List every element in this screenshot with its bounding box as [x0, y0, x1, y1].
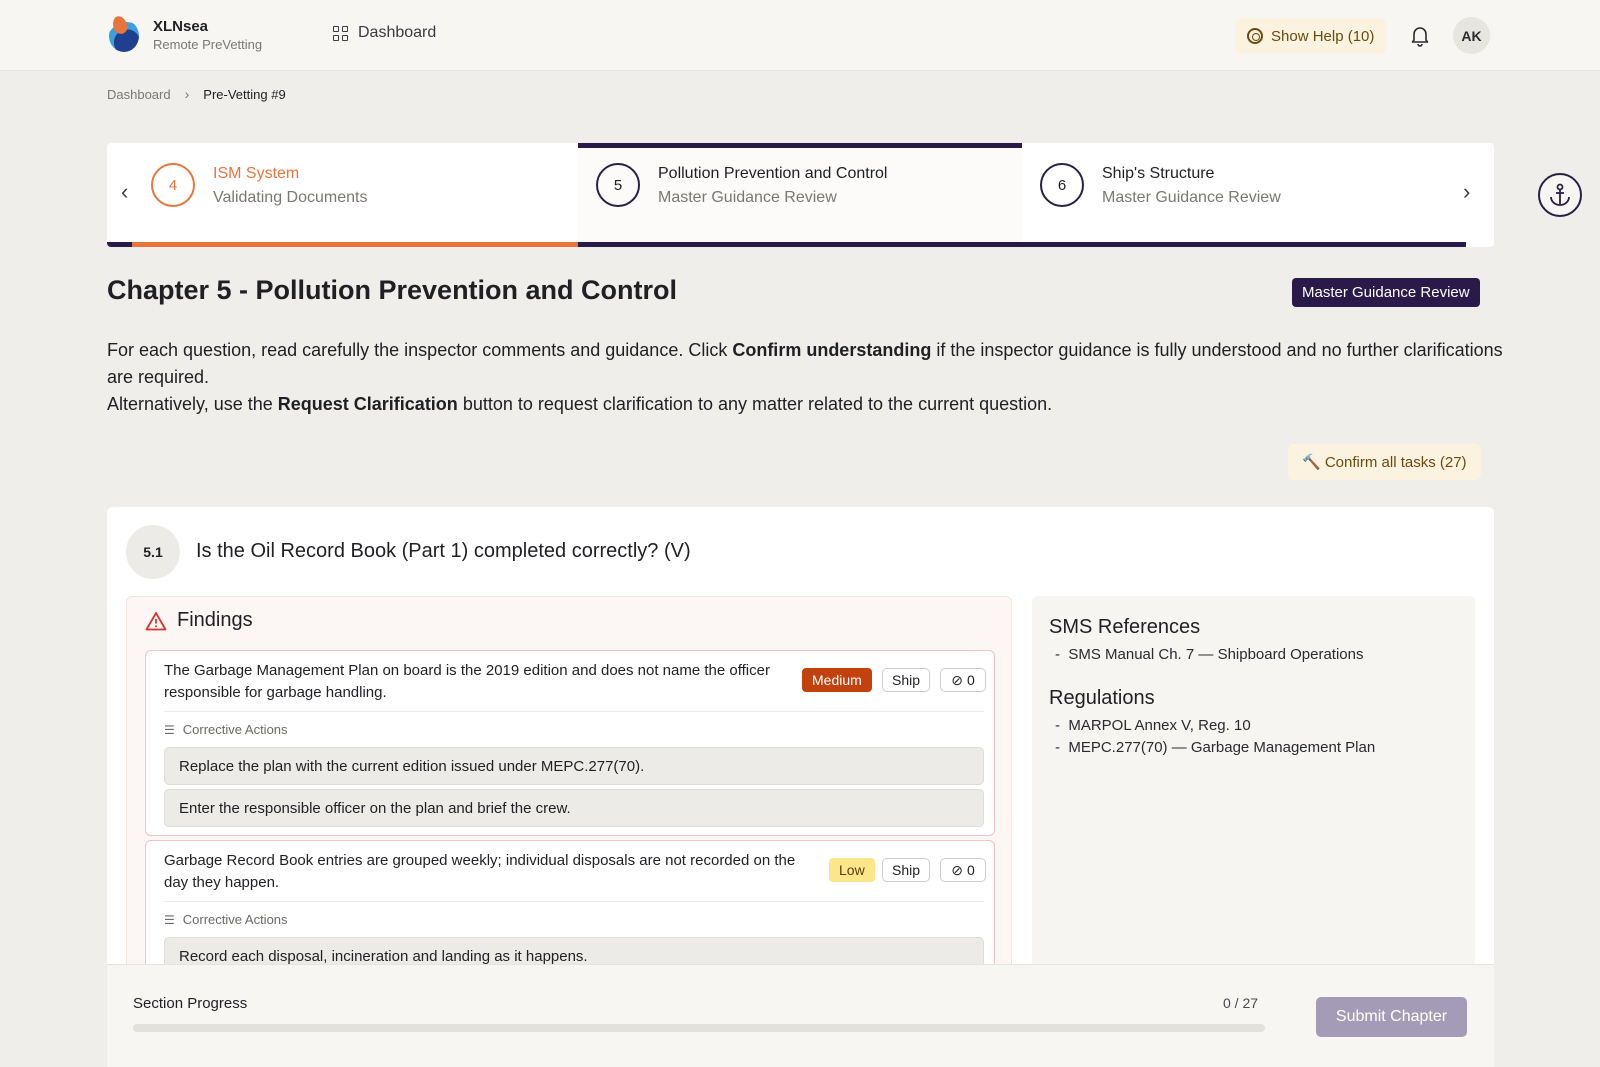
- source-tag: Ship: [882, 668, 931, 692]
- confirm-all-tasks-button[interactable]: 🔨 Confirm all tasks (27): [1288, 444, 1481, 480]
- section-progress-label: Section Progress: [133, 995, 248, 1012]
- intro-text: Alternatively, use the: [107, 394, 278, 414]
- finding-item: The Garbage Management Plan on board is …: [145, 650, 995, 836]
- page-title: Chapter 5 - Pollution Prevention and Con…: [107, 275, 678, 305]
- instructions: For each question, read carefully the in…: [107, 337, 1507, 418]
- app-name: XLNsea: [153, 18, 209, 35]
- step-subtitle: Validating Documents: [213, 189, 368, 206]
- breadcrumb-current: Pre-Vetting #9: [203, 86, 286, 102]
- paperclip-icon: ⊘: [951, 671, 963, 688]
- brand[interactable]: XLNsea Remote PreVetting: [107, 14, 263, 54]
- corrective-actions-text: Corrective Actions: [182, 912, 288, 927]
- references-panel: SMS References - SMS Manual Ch. 7 — Ship…: [1032, 596, 1475, 996]
- attachments-button[interactable]: ⊘ 0: [940, 858, 986, 882]
- bell-icon[interactable]: [1410, 25, 1430, 47]
- chevron-right-icon[interactable]: ›: [1463, 179, 1470, 205]
- anchor-icon[interactable]: [1538, 173, 1582, 217]
- lifebuoy-icon: [1247, 28, 1263, 44]
- section-progress-bar: Section Progress 0 / 27 Submit Chapter: [107, 964, 1494, 1067]
- sms-references-title: SMS References: [1049, 616, 1201, 638]
- step-pollution-prevention[interactable]: 5 Pollution Prevention and Control Maste…: [578, 143, 1022, 247]
- step-subtitle: Master Guidance Review: [1102, 189, 1281, 206]
- step-number: 5: [596, 163, 640, 207]
- step-title: Pollution Prevention and Control: [658, 165, 888, 182]
- nav-dashboard[interactable]: Dashboard: [333, 24, 436, 42]
- regulation-item: - MARPOL Annex V, Reg. 10: [1055, 717, 1251, 734]
- paperclip-icon: ⊘: [951, 861, 963, 878]
- corrective-actions-label: ☰ Corrective Actions: [164, 722, 288, 737]
- step-ships-structure[interactable]: 6 Ship's Structure Master Guidance Revie…: [1022, 143, 1466, 247]
- corrective-action: Enter the responsible officer on the pla…: [164, 789, 984, 827]
- step-number: 6: [1040, 163, 1084, 207]
- user-avatar[interactable]: AK: [1453, 17, 1490, 54]
- step-title: ISM System: [213, 165, 300, 182]
- top-bar: XLNsea Remote PreVetting Dashboard Show …: [0, 0, 1600, 71]
- warning-icon: [145, 611, 167, 630]
- step-title: Ship's Structure: [1102, 165, 1215, 182]
- progress-track: [133, 1024, 1265, 1032]
- chapter-stepper: ‹ 4 ISM System Validating Documents 5 Po…: [107, 143, 1494, 247]
- show-help-button[interactable]: Show Help (10): [1235, 18, 1387, 54]
- question-number: 5.1: [126, 525, 180, 579]
- chevron-right-icon: ›: [184, 86, 190, 102]
- breadcrumb-dashboard[interactable]: Dashboard: [107, 87, 171, 102]
- sms-reference-item: - SMS Manual Ch. 7 — Shipboard Operation…: [1055, 646, 1364, 663]
- intro-emphasis: Request Clarification: [277, 394, 458, 414]
- source-tag: Ship: [882, 858, 931, 882]
- breadcrumb: Dashboard › Pre-Vetting #9: [107, 86, 286, 102]
- regulations-title: Regulations: [1049, 687, 1155, 709]
- section-progress-count: 0 / 27: [1223, 995, 1259, 1011]
- nav-dashboard-label: Dashboard: [358, 24, 437, 41]
- checklist-icon: ☰: [164, 722, 175, 737]
- corrective-actions-text: Corrective Actions: [182, 722, 288, 737]
- corrective-actions-label: ☰ Corrective Actions: [164, 912, 288, 927]
- findings-panel: Findings The Garbage Management Plan on …: [126, 596, 1012, 1010]
- severity-badge: Low: [829, 858, 875, 882]
- attachment-count: 0: [966, 862, 975, 878]
- question-text: Is the Oil Record Book (Part 1) complete…: [196, 540, 691, 562]
- regulation-item: - MEPC.277(70) — Garbage Management Plan: [1055, 739, 1376, 756]
- submit-chapter-button[interactable]: Submit Chapter: [1316, 997, 1467, 1037]
- show-help-label: Show Help (10): [1271, 27, 1375, 45]
- findings-title: Findings: [177, 609, 253, 631]
- intro-text: For each question, read carefully the in…: [107, 340, 733, 360]
- finding-text: The Garbage Management Plan on board is …: [164, 662, 770, 701]
- status-badge: Master Guidance Review: [1292, 278, 1480, 307]
- checklist-icon: ☰: [164, 912, 175, 927]
- step-number: 4: [151, 163, 195, 207]
- app-subtitle: Remote PreVetting: [153, 37, 263, 52]
- step-subtitle: Master Guidance Review: [658, 189, 837, 206]
- attachments-button[interactable]: ⊘ 0: [940, 668, 986, 692]
- intro-text: button to request clarification to any m…: [457, 394, 1053, 414]
- xlnsea-logo: [107, 14, 141, 54]
- corrective-action: Replace the plan with the current editio…: [164, 747, 984, 785]
- attachment-count: 0: [966, 672, 975, 688]
- step-ism-system[interactable]: 4 ISM System Validating Documents: [107, 143, 578, 247]
- finding-text: Garbage Record Book entries are grouped …: [164, 852, 796, 891]
- dashboard-grid-icon: [333, 25, 348, 41]
- severity-badge: Medium: [802, 668, 872, 692]
- intro-emphasis: Confirm understanding: [732, 340, 932, 360]
